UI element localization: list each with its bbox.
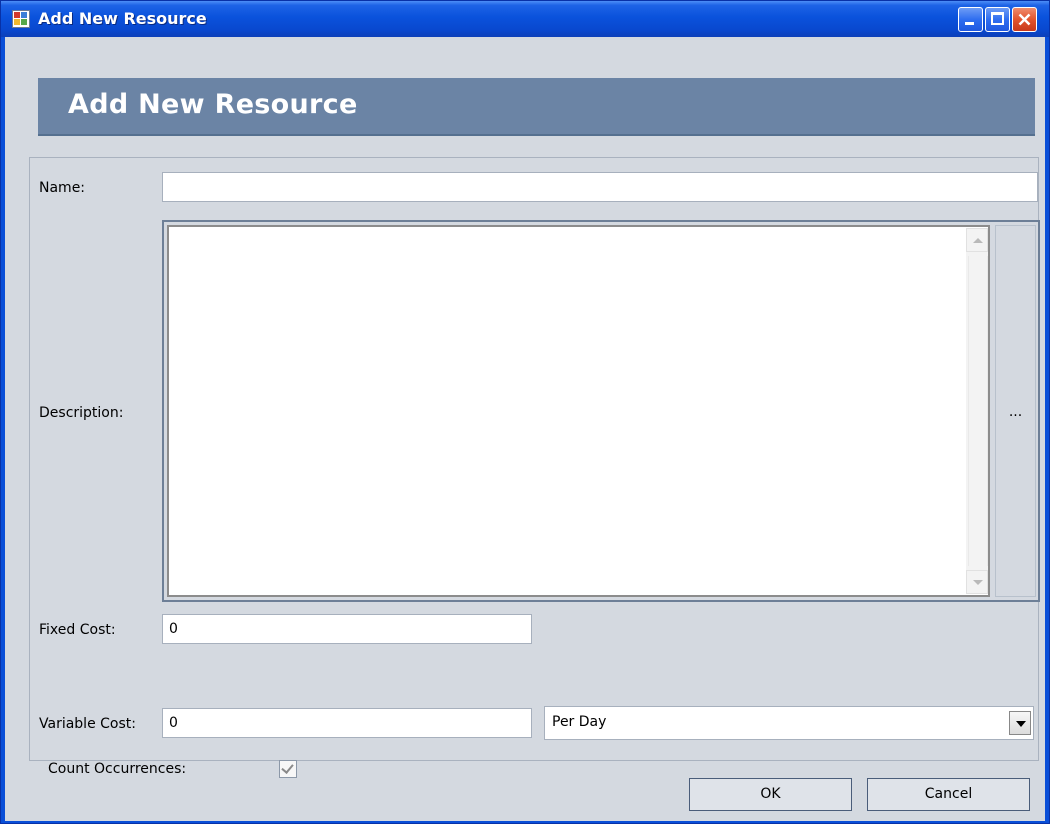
name-input[interactable] — [162, 172, 1038, 202]
app-icon — [12, 10, 30, 28]
scroll-down-button[interactable] — [966, 570, 988, 594]
count-occurrences-checkbox[interactable] — [279, 760, 297, 778]
arrow-down-icon — [973, 580, 983, 585]
minimize-button[interactable] — [958, 7, 983, 32]
count-occurrences-label: Count Occurrences: — [48, 761, 187, 777]
description-scrollbar[interactable] — [966, 228, 988, 594]
dropdown-button[interactable] — [1009, 711, 1031, 735]
fixed-cost-input[interactable] — [162, 614, 532, 644]
resource-form: Name: Description: ... Fixed Cost: 0 Var… — [29, 157, 1040, 778]
cost-period-select[interactable]: Per Day — [544, 706, 1034, 740]
header-band: Add New Resource — [38, 78, 1035, 136]
arrow-up-icon — [973, 238, 983, 243]
chevron-down-icon — [1016, 721, 1026, 727]
description-label: Description: — [39, 405, 124, 421]
name-label: Name: — [39, 180, 86, 196]
dialog-window: Add New Resource Add New Resource Name: … — [0, 0, 1050, 824]
description-textarea[interactable] — [167, 225, 990, 597]
variable-cost-label: Variable Cost: — [39, 716, 136, 732]
scroll-up-button[interactable] — [966, 228, 988, 252]
scroll-track[interactable] — [968, 256, 988, 566]
variable-cost-input[interactable] — [162, 708, 532, 738]
maximize-button[interactable] — [985, 7, 1010, 32]
ok-button[interactable]: OK — [689, 778, 852, 811]
window-title: Add New Resource — [38, 9, 207, 28]
dialog-body: Add New Resource Name: Description: ... — [5, 37, 1045, 821]
close-icon — [1018, 13, 1031, 26]
fixed-cost-label: Fixed Cost: — [39, 622, 116, 638]
description-browse-button[interactable]: ... — [995, 225, 1036, 597]
checkmark-icon — [281, 761, 294, 774]
close-button[interactable] — [1012, 7, 1037, 32]
header-title: Add New Resource — [68, 89, 358, 120]
cancel-button[interactable]: Cancel — [867, 778, 1030, 811]
minimize-icon — [965, 22, 974, 25]
description-field: ... — [162, 220, 1040, 602]
cost-period-value: Per Day — [552, 714, 607, 730]
title-bar[interactable]: Add New Resource — [1, 1, 1049, 37]
maximize-icon — [991, 12, 1004, 25]
